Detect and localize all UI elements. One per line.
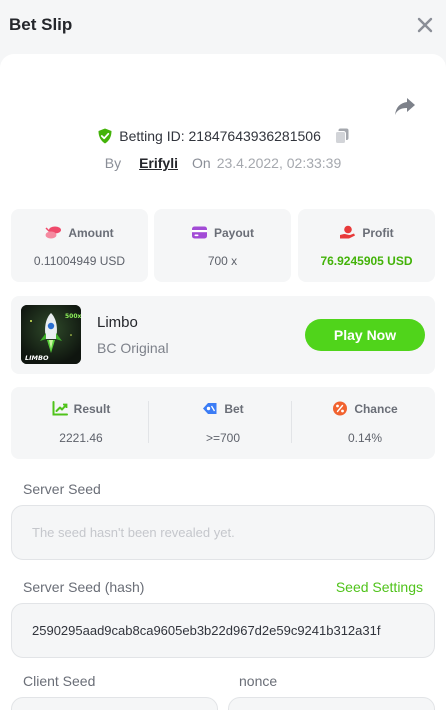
server-seed-label: Server Seed [23, 481, 101, 497]
shield-check-icon [98, 128, 112, 144]
header: Bet Slip [0, 0, 446, 52]
copy-icon[interactable] [334, 128, 349, 144]
result-label: Result [73, 401, 111, 416]
amount-value: 0.11004949 USD [33, 254, 126, 268]
share-icon[interactable] [394, 96, 416, 116]
game-thumbnail[interactable]: 500x LIMBO [21, 305, 81, 364]
result-column: Result 2221.46 [11, 387, 151, 459]
result-card: Result 2221.46 Bet >=700 Chance 0.14% [11, 387, 435, 459]
chance-value: 0.14% [347, 431, 383, 445]
amount-label: Amount [68, 225, 114, 240]
close-icon[interactable] [416, 16, 434, 34]
betting-id-value: 21847643936281506 [188, 128, 321, 144]
bet-datetime: 23.4.2022, 02:33:39 [216, 155, 342, 171]
server-seed-hash-field[interactable]: 2590295aad9cab8ca9605eb3b22d967d2e59c924… [11, 603, 435, 658]
game-name: Limbo [97, 314, 138, 331]
user-link[interactable]: Erifyli [139, 155, 178, 171]
page-title: Bet Slip [9, 15, 73, 34]
payout-value: 700 x [207, 254, 238, 268]
divider [291, 401, 292, 443]
nonce-field[interactable] [228, 697, 435, 710]
game-provider: BC Original [97, 340, 169, 356]
nonce-label: nonce [239, 673, 278, 689]
bet-slip-panel: Betting ID: 21847643936281506 By Erifyli O… [0, 54, 446, 710]
percent-icon [333, 401, 348, 416]
bet-author-line: By Erifyli On 23.4.2022, 02:33:39 [0, 155, 446, 171]
by-label: By [104, 155, 122, 171]
betting-id-label: Betting ID: [119, 128, 185, 144]
card-icon [191, 226, 207, 239]
client-seed-field[interactable] [11, 697, 218, 710]
tag-icon [203, 403, 217, 414]
betting-id-line: Betting ID: 21847643936281506 [0, 128, 446, 144]
svg-text:500x: 500x [65, 313, 81, 320]
result-value: 2221.46 [59, 431, 103, 445]
svg-text:LIMBO: LIMBO [25, 354, 49, 362]
bet-value: >=700 [205, 431, 241, 445]
amount-card: Amount 0.11004949 USD [11, 209, 148, 282]
profit-card: Profit 76.9245905 USD [298, 209, 435, 282]
seed-settings-link[interactable]: Seed Settings [336, 579, 423, 595]
play-now-button[interactable]: Play Now [305, 319, 425, 351]
bet-column: Bet >=700 [153, 387, 293, 459]
payout-label: Payout [213, 225, 254, 240]
profit-value: 76.9245905 USD [320, 254, 413, 268]
client-seed-label: Client Seed [23, 673, 96, 689]
profit-label: Profit [362, 225, 394, 240]
chance-column: Chance 0.14% [295, 387, 435, 459]
server-seed-hash-label: Server Seed (hash) [23, 579, 145, 595]
coins-icon [45, 226, 62, 239]
trend-up-icon [52, 401, 68, 416]
payout-card: Payout 700 x [154, 209, 291, 282]
game-card: 500x LIMBO Limbo BC Original Play Now [11, 296, 435, 374]
hand-coin-icon [340, 225, 356, 239]
server-seed-field[interactable]: The seed hasn't been revealed yet. [11, 505, 435, 560]
divider [148, 401, 149, 443]
chance-label: Chance [354, 401, 398, 416]
on-label: On [192, 155, 211, 171]
rocket-thumbnail-icon: 500x LIMBO [21, 305, 81, 364]
bet-label: Bet [224, 401, 244, 416]
